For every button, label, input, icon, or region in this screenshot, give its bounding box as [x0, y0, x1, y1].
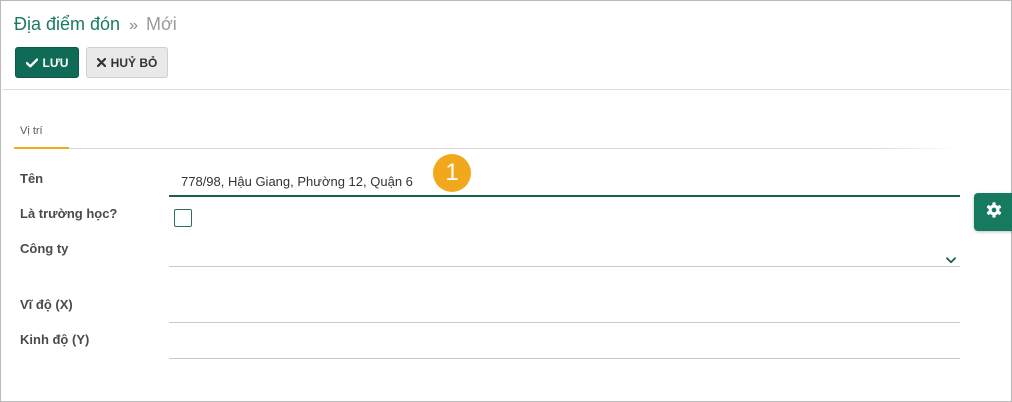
cancel-button-label: HUỶ BỎ [110, 55, 158, 70]
close-icon [96, 58, 106, 67]
company-select-underline [169, 266, 960, 267]
longitude-label: Kinh độ (Y) [20, 332, 90, 347]
gear-icon [985, 201, 1003, 224]
check-icon [25, 57, 38, 68]
name-input[interactable] [169, 167, 960, 195]
company-select[interactable] [169, 239, 960, 265]
step-badge: 1 [433, 154, 471, 192]
latitude-input-underline [169, 322, 960, 323]
is-school-checkbox[interactable] [174, 209, 192, 227]
breadcrumb-parent-link[interactable]: Địa điểm đón [14, 14, 120, 34]
cancel-button[interactable]: HUỶ BỎ [86, 47, 168, 78]
school-label: Là trường học? [20, 206, 118, 221]
breadcrumb-separator: » [129, 17, 138, 34]
form-view: Địa điểm đón » Mới LƯU HUỶ BỎ Vị trí Tên… [0, 0, 1012, 402]
header-divider [2, 89, 1010, 90]
tab-location[interactable]: Vị trí [20, 125, 43, 137]
tab-bar-divider [69, 148, 957, 149]
latitude-input[interactable] [169, 295, 960, 321]
company-label: Công ty [20, 241, 69, 256]
latitude-label: Vĩ độ (X) [20, 297, 73, 312]
longitude-input[interactable] [169, 331, 960, 357]
tab-active-indicator [14, 147, 69, 149]
breadcrumb: Địa điểm đón » Mới [14, 13, 177, 37]
settings-button[interactable] [974, 193, 1012, 231]
name-label: Tên [20, 171, 44, 186]
breadcrumb-current: Mới [146, 14, 177, 34]
name-input-underline [169, 195, 960, 197]
save-button[interactable]: LƯU [15, 47, 79, 78]
longitude-input-underline [169, 358, 960, 359]
save-button-label: LƯU [42, 55, 69, 70]
